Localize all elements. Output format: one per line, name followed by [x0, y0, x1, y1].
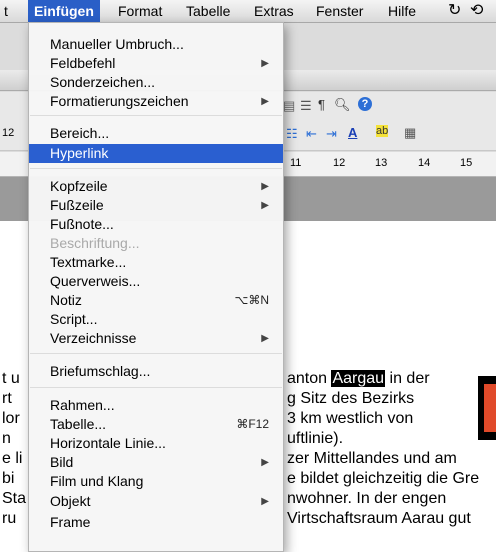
menu-item-beschriftung: Beschriftung...	[50, 235, 140, 251]
decrease-indent-icon[interactable]: ⇤	[306, 126, 317, 142]
menu-separator	[30, 115, 282, 116]
menu-item-horizontale-linie[interactable]: Horizontale Linie...	[29, 434, 283, 453]
menu-fenster[interactable]: Fenster	[316, 0, 363, 22]
menu-item-script[interactable]: Script...	[29, 310, 283, 329]
menu-item-sonderzeichen[interactable]: Sonderzeichen...	[29, 73, 283, 92]
table-icon[interactable]: ▤	[283, 98, 295, 114]
ruler-number: 15	[460, 157, 473, 169]
submenu-arrow-icon: ▶	[261, 333, 269, 344]
shortcut-label: ⌘F12	[236, 417, 269, 431]
menu-hilfe[interactable]: Hilfe	[388, 0, 416, 22]
list-indent-icon[interactable]: ☷	[286, 126, 298, 142]
menu-truncated[interactable]: t	[4, 0, 8, 22]
menu-item-manueller-umbruch[interactable]: Manueller Umbruch...	[29, 35, 283, 54]
menu-item-objekt[interactable]: Objekt ▶	[29, 492, 283, 511]
submenu-arrow-icon: ▶	[261, 496, 269, 507]
menu-item-textmarke[interactable]: Textmarke...	[29, 253, 283, 272]
submenu-arrow-icon: ▶	[261, 58, 269, 69]
menu-einfuegen[interactable]: Einfügen	[28, 0, 100, 22]
menu-item-fussnote[interactable]: Fußnote...	[29, 215, 283, 234]
ruler-number: 13	[375, 157, 388, 169]
shortcut-label: ⌥⌘N	[234, 293, 270, 307]
menu-item-briefumschlag[interactable]: Briefumschlag...	[29, 362, 283, 381]
menu-item-fusszeile[interactable]: Fußzeile ▶	[29, 196, 283, 215]
menu-item-frame[interactable]: Frame	[29, 513, 283, 532]
menu-item-bereich[interactable]: Bereich...	[29, 124, 283, 143]
zoom-icon[interactable]: 🔍︎	[334, 97, 351, 113]
increase-indent-icon[interactable]: ⇥	[326, 126, 337, 142]
menu-item-feldbefehl[interactable]: Feldbefehl ▶	[29, 54, 283, 73]
font-size-field[interactable]: 12	[2, 127, 14, 139]
time-machine-icon[interactable]: ⟲	[470, 0, 483, 22]
menu-item-rahmen[interactable]: Rahmen...	[29, 396, 283, 415]
menubar: t Einfügen Format Tabelle Extras Fenster…	[0, 0, 496, 23]
coat-of-arms-shield	[484, 384, 496, 432]
menu-extras[interactable]: Extras	[254, 0, 294, 22]
menu-item-tabelle[interactable]: Tabelle... ⌘F12	[29, 415, 283, 434]
menu-item-bild[interactable]: Bild ▶	[29, 453, 283, 472]
ruler-number: 14	[418, 157, 431, 169]
menu-item-hyperlink[interactable]: Hyperlink	[29, 144, 283, 163]
einfuegen-menu: Manueller Umbruch... Feldbefehl ▶ Sonderz…	[28, 22, 284, 552]
submenu-arrow-icon: ▶	[261, 457, 269, 468]
menu-item-film-und-klang[interactable]: Film und Klang	[29, 472, 283, 491]
menu-format[interactable]: Format	[118, 0, 162, 22]
menu-item-notiz[interactable]: Notiz ⌥⌘N	[29, 291, 283, 310]
menu-item-kopfzeile[interactable]: Kopfzeile ▶	[29, 177, 283, 196]
menu-item-querverweis[interactable]: Querverweis...	[29, 272, 283, 291]
help-icon[interactable]: ?	[358, 97, 372, 111]
submenu-arrow-icon: ▶	[261, 200, 269, 211]
pilcrow-icon[interactable]: ¶	[318, 97, 325, 112]
highlight-icon[interactable]: ab	[376, 125, 389, 137]
menu-item-verzeichnisse[interactable]: Verzeichnisse ▶	[29, 329, 283, 348]
selected-word[interactable]: Aargau	[331, 370, 386, 387]
background-color-icon[interactable]: ▦	[404, 125, 416, 141]
ruler-number: 12	[333, 157, 346, 169]
menu-tabelle[interactable]: Tabelle	[186, 0, 230, 22]
ruler-number: 11	[290, 157, 302, 169]
list-icon[interactable]: ☰	[300, 98, 312, 114]
submenu-arrow-icon: ▶	[261, 181, 269, 192]
sync-icon[interactable]: ↻	[448, 0, 461, 22]
menu-separator	[30, 387, 282, 388]
menu-item-formatierungszeichen[interactable]: Formatierungszeichen ▶	[29, 92, 283, 111]
menu-separator	[30, 168, 282, 169]
font-color-icon[interactable]: A	[348, 125, 357, 140]
submenu-arrow-icon: ▶	[261, 96, 269, 107]
menu-separator	[30, 353, 282, 354]
